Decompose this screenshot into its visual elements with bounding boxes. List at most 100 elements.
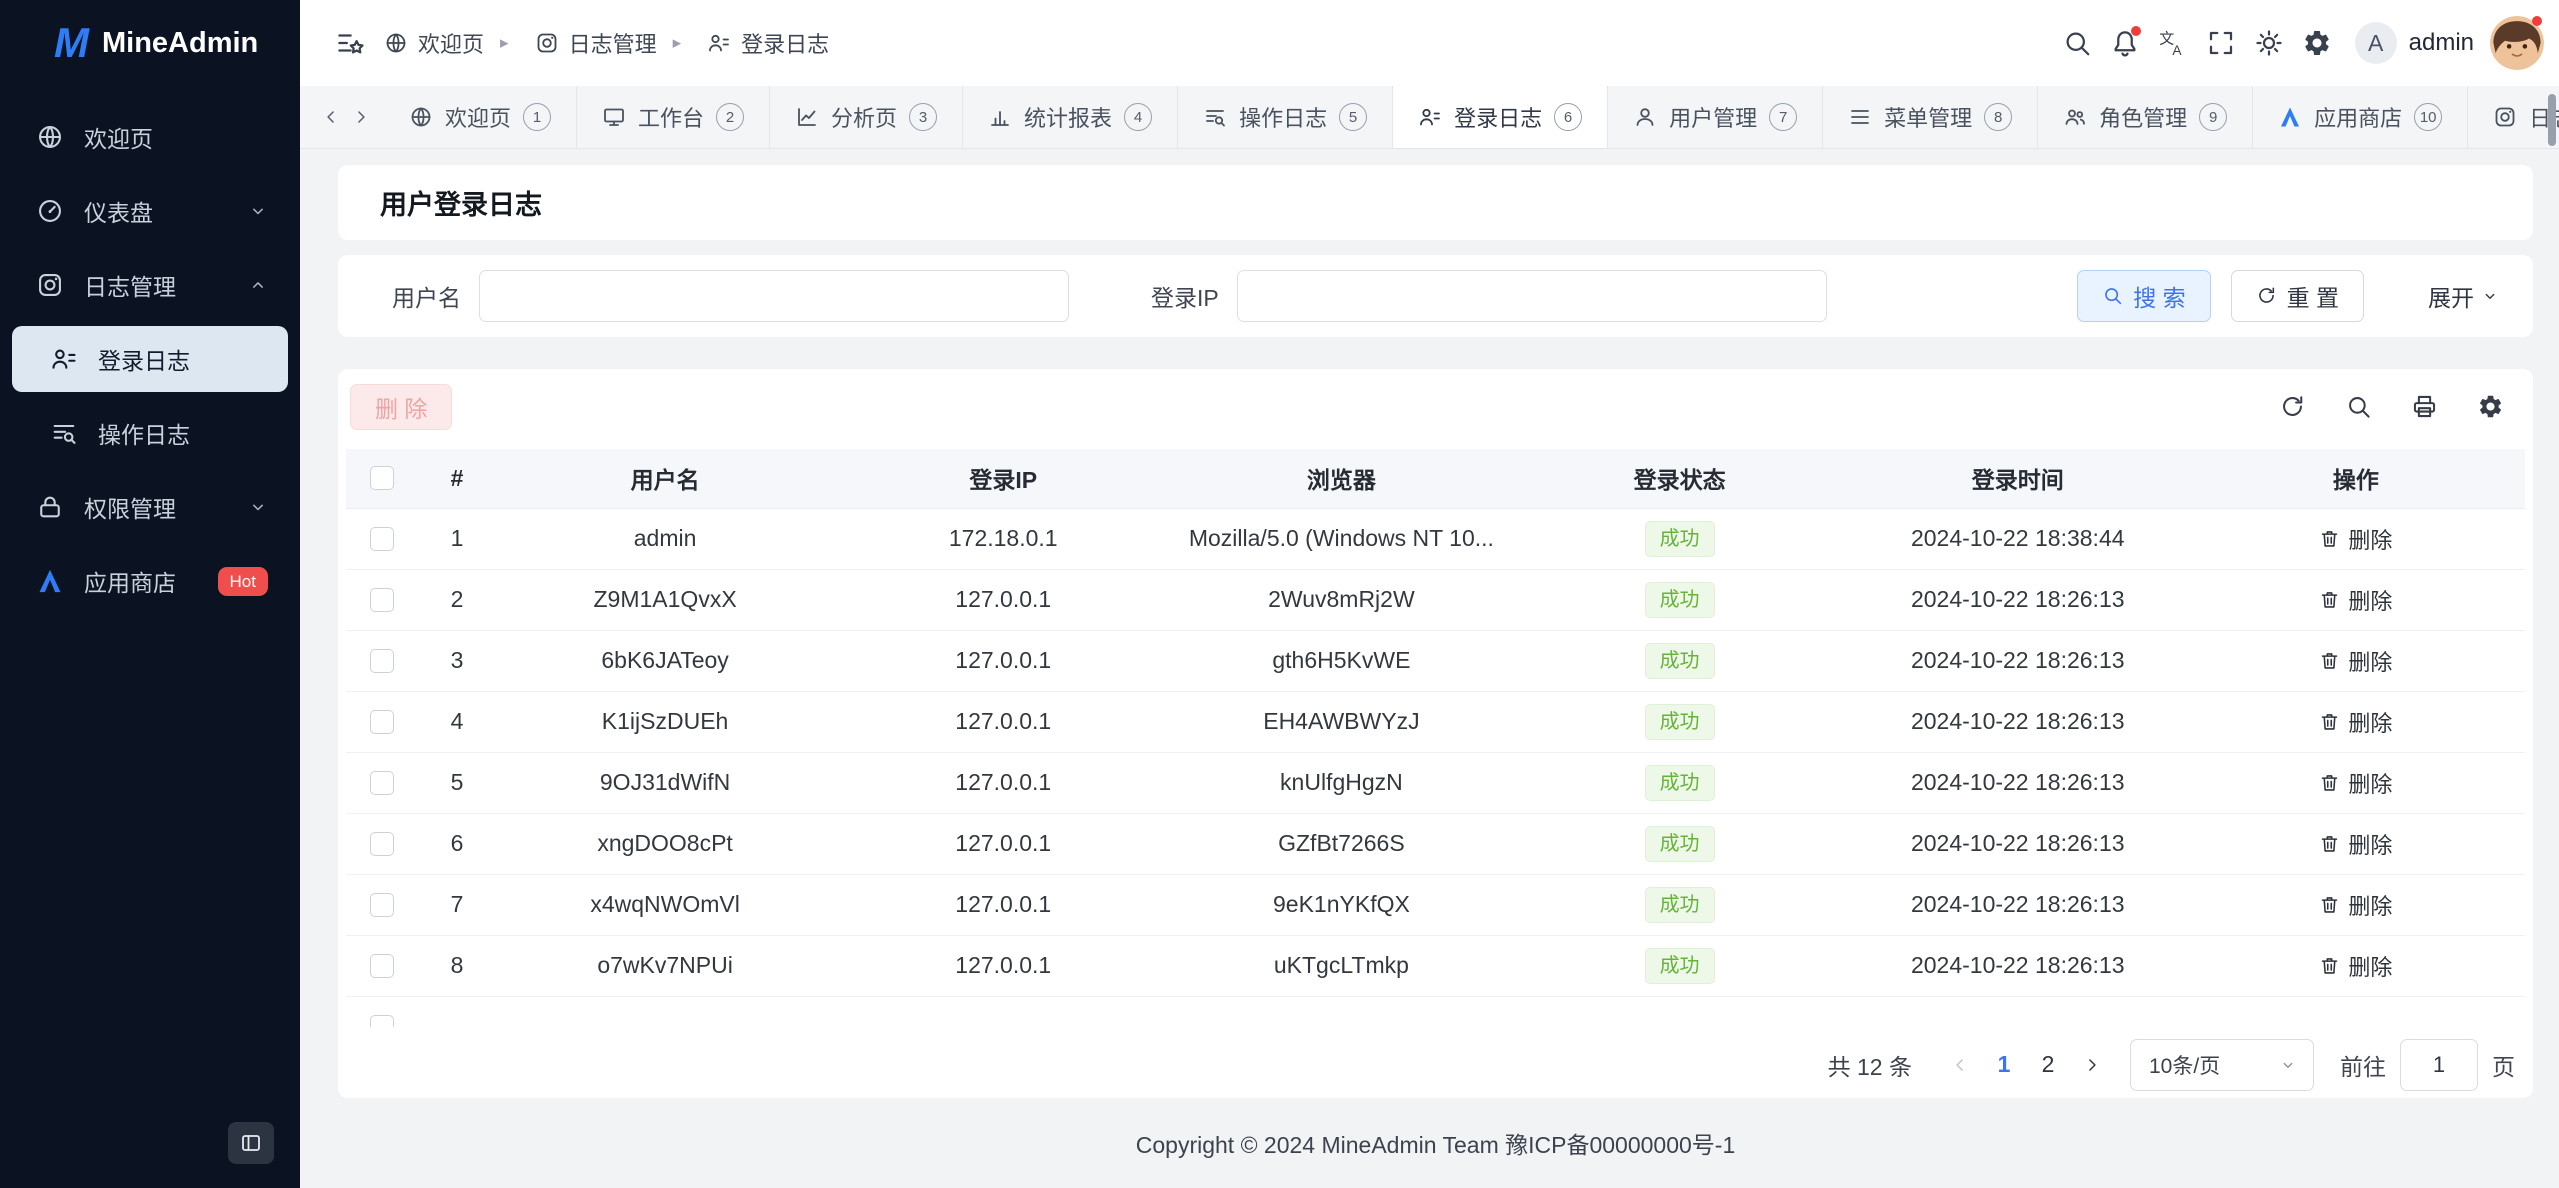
tab[interactable]: 欢迎页 1	[384, 86, 577, 148]
row-delete-button[interactable]: 删除	[2319, 706, 2392, 738]
cell-ip: 172.18.0.1	[834, 525, 1172, 552]
tab[interactable]: 应用商店 10	[2253, 86, 2468, 148]
row-delete-button[interactable]: 删除	[2319, 584, 2392, 616]
row-delete-button[interactable]: 删除	[2319, 767, 2392, 799]
delete-button[interactable]: 删 除	[350, 384, 452, 430]
bell-icon[interactable]	[2101, 19, 2149, 67]
tab[interactable]: 角色管理 9	[2038, 86, 2253, 148]
status-badge: 成功	[1645, 704, 1715, 740]
row-checkbox[interactable]	[370, 893, 394, 917]
cell-browser: uKTgcLTmkp	[1172, 952, 1510, 979]
star-menu-icon[interactable]	[326, 19, 374, 67]
cell-browser: knUlfgHgzN	[1172, 769, 1510, 796]
search-icon[interactable]	[2053, 19, 2101, 67]
row-delete-button[interactable]: 删除	[2319, 645, 2392, 677]
select-all-checkbox[interactable]	[370, 466, 394, 490]
table-body: 1 admin 172.18.0.1 Mozilla/5.0 (Windows …	[346, 509, 2525, 997]
goto-page-input[interactable]	[2400, 1039, 2478, 1091]
status-badge: 成功	[1645, 582, 1715, 618]
filter-card: 用户名 登录IP 搜 索 重 置 展开	[338, 255, 2533, 337]
gear-icon[interactable]	[2469, 386, 2511, 428]
scrollbar-thumb[interactable]	[2548, 94, 2556, 146]
breadcrumb-item[interactable]: 欢迎页	[384, 27, 484, 59]
cell-ip: 127.0.0.1	[834, 830, 1172, 857]
sidebar-item[interactable]: 权限管理	[12, 474, 288, 540]
cell-ip: 127.0.0.1	[834, 586, 1172, 613]
cell-username: x4wqNWOmVl	[496, 891, 834, 918]
cell-index: 1	[418, 525, 496, 552]
tab[interactable]: 操作日志 5	[1178, 86, 1393, 148]
status-badge: 成功	[1645, 948, 1715, 984]
app-logo[interactable]: M MineAdmin	[0, 0, 300, 86]
search-icon[interactable]	[2337, 386, 2379, 428]
search-button[interactable]: 搜 索	[2077, 270, 2210, 322]
row-checkbox[interactable]	[370, 649, 394, 673]
breadcrumb-item[interactable]: 登录日志	[657, 27, 830, 59]
ip-input[interactable]	[1237, 270, 1827, 322]
menu-list-icon	[1848, 105, 1872, 129]
table-tool-icons	[2271, 386, 2521, 428]
table-row: 6 xngDOO8cPt 127.0.0.1 GZfBt7266S 成功 202…	[346, 814, 2525, 875]
row-checkbox[interactable]	[370, 954, 394, 978]
refresh-icon[interactable]	[2271, 386, 2313, 428]
row-checkbox[interactable]	[370, 832, 394, 856]
page-number-button[interactable]: 2	[2026, 1043, 2070, 1087]
tabs-scroll-left-button[interactable]	[316, 97, 346, 137]
appstore-icon	[36, 567, 64, 595]
filter-actions: 搜 索 重 置 展开	[2077, 270, 2499, 322]
tab-number-badge: 1	[523, 103, 551, 131]
row-checkbox[interactable]	[370, 527, 394, 551]
sidebar-item-label: 欢迎页	[84, 120, 153, 154]
row-delete-button[interactable]: 删除	[2319, 950, 2392, 982]
trash-icon	[2319, 772, 2340, 793]
tab[interactable]: 用户管理 7	[1608, 86, 1823, 148]
gear-icon[interactable]	[2293, 19, 2341, 67]
sidebar-item[interactable]: 操作日志	[12, 400, 288, 466]
tab-label: 工作台	[638, 101, 704, 133]
print-icon[interactable]	[2403, 386, 2445, 428]
translate-icon[interactable]	[2149, 19, 2197, 67]
row-delete-button[interactable]: 删除	[2319, 523, 2392, 555]
sidebar-item[interactable]: 仪表盘	[12, 178, 288, 244]
tab[interactable]: 登录日志 6	[1393, 86, 1608, 148]
chevron-down-icon	[248, 497, 268, 517]
row-delete-button[interactable]: 删除	[2319, 889, 2392, 921]
user-avatar-initial[interactable]: A	[2355, 22, 2397, 64]
page-size-select[interactable]: 10条/页	[2130, 1039, 2314, 1091]
username-input[interactable]	[479, 270, 1069, 322]
sidebar-item[interactable]: 登录日志	[12, 326, 288, 392]
row-checkbox[interactable]	[370, 710, 394, 734]
breadcrumb-label: 登录日志	[741, 27, 829, 59]
tab[interactable]: 菜单管理 8	[1823, 86, 2038, 148]
expand-button[interactable]: 展开	[2428, 279, 2499, 313]
sun-icon[interactable]	[2245, 19, 2293, 67]
breadcrumb-item[interactable]: 日志管理	[484, 27, 657, 59]
row-delete-button[interactable]: 删除	[2319, 828, 2392, 860]
tab[interactable]: 日志管理 11	[2468, 86, 2559, 148]
tab-number-badge: 8	[1984, 103, 2012, 131]
collapse-sidebar-button[interactable]	[228, 1122, 274, 1164]
sidebar-item-label: 应用商店	[84, 564, 176, 598]
tab-label: 分析页	[831, 101, 897, 133]
tab[interactable]: 统计报表 4	[963, 86, 1178, 148]
reset-button[interactable]: 重 置	[2231, 270, 2364, 322]
assistant-avatar[interactable]	[2490, 16, 2544, 70]
search-icon	[2102, 285, 2123, 306]
sidebar-item[interactable]: 日志管理	[12, 252, 288, 318]
chart-line-icon	[795, 105, 819, 129]
prev-page-button[interactable]	[1938, 1043, 1982, 1087]
sidebar-item[interactable]: 应用商店 Hot	[12, 548, 288, 614]
page-number-button[interactable]: 1	[1982, 1043, 2026, 1087]
row-checkbox[interactable]	[370, 771, 394, 795]
tab-number-badge: 10	[2414, 103, 2442, 131]
next-page-button[interactable]	[2070, 1043, 2114, 1087]
tab[interactable]: 工作台 2	[577, 86, 770, 148]
sidebar-item[interactable]: 欢迎页	[12, 104, 288, 170]
row-checkbox[interactable]	[370, 1015, 394, 1027]
tabs-scroll-right-button[interactable]	[346, 97, 376, 137]
row-checkbox[interactable]	[370, 588, 394, 612]
username-filter: 用户名	[392, 270, 1069, 322]
fullscreen-icon[interactable]	[2197, 19, 2245, 67]
tab[interactable]: 分析页 3	[770, 86, 963, 148]
copyright-text: Copyright © 2024 MineAdmin Team 豫ICP备000…	[1136, 1126, 1736, 1160]
